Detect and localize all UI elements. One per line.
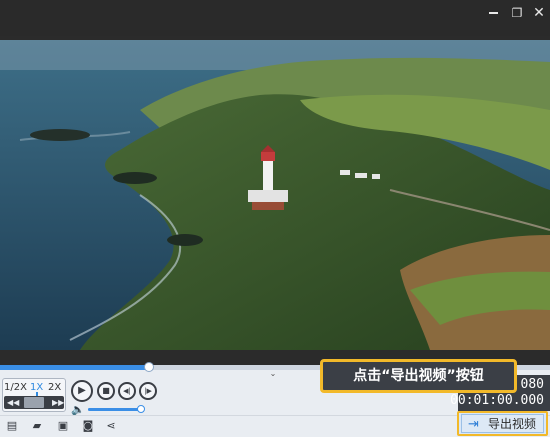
save-icon[interactable]: ▣ — [56, 419, 70, 433]
step-forward-icon[interactable]: ▶▶ — [52, 396, 64, 409]
next-frame-button[interactable]: |▶ — [139, 382, 157, 400]
speed-half[interactable]: 1/2X — [4, 382, 27, 393]
close-icon: ✕ — [533, 5, 545, 21]
speed-double[interactable]: 2X — [48, 382, 61, 393]
stop-button[interactable]: ■ — [97, 382, 115, 400]
previous-icon: ◀| — [123, 387, 131, 395]
chevron-down-icon: ⌄ — [269, 369, 277, 378]
lighthouse-scene-image — [0, 40, 550, 350]
step-back-icon[interactable]: ◀◀ — [7, 396, 19, 409]
volume-fill — [88, 408, 142, 411]
previous-frame-button[interactable]: ◀| — [118, 382, 136, 400]
video-preview[interactable] — [0, 40, 550, 350]
font-icon[interactable]: ◙ — [81, 419, 95, 433]
export-video-button[interactable]: ⇥ 导出视频 — [457, 411, 548, 436]
export-video-label: 导出视频 — [488, 417, 537, 431]
progress-thumb[interactable] — [143, 362, 154, 372]
total-time: 080 — [520, 377, 544, 392]
next-icon: |▶ — [144, 387, 152, 395]
restore-button[interactable]: ❐ — [507, 4, 527, 22]
share-icon[interactable]: ⋖ — [104, 419, 118, 433]
title-bar: ❐ ✕ — [0, 0, 550, 36]
restore-icon: ❐ — [511, 6, 523, 20]
video-editor-window: ❐ ✕ ⌄ 1/2X 1X 2X ◀◀ ▶▶ ▶ ■ ◀| |▶ 🔈 080 0… — [0, 0, 550, 437]
folder-icon[interactable]: ▰ — [30, 419, 44, 433]
export-icon: ⇥ — [468, 417, 479, 432]
collapse-panel-button[interactable]: ⌄ — [258, 370, 288, 379]
subtitle-icon[interactable]: ▤ — [5, 419, 19, 433]
close-button[interactable]: ✕ — [529, 4, 549, 22]
current-time: 00:01:00.000 — [450, 393, 544, 408]
play-button[interactable]: ▶ — [71, 380, 93, 402]
volume-slider[interactable] — [88, 405, 146, 413]
stop-icon: ■ — [102, 386, 110, 395]
minimize-icon — [489, 12, 498, 14]
frame-scrubber[interactable]: ◀◀ ▶▶ — [4, 396, 64, 409]
frame-scrubber-handle[interactable] — [24, 397, 44, 408]
progress-fill — [0, 365, 149, 370]
export-video-button-inner[interactable]: ⇥ 导出视频 — [461, 414, 544, 433]
minimize-button[interactable] — [484, 4, 504, 22]
tutorial-callout: 点击“导出视频”按钮 — [320, 359, 517, 393]
play-icon: ▶ — [78, 385, 86, 396]
